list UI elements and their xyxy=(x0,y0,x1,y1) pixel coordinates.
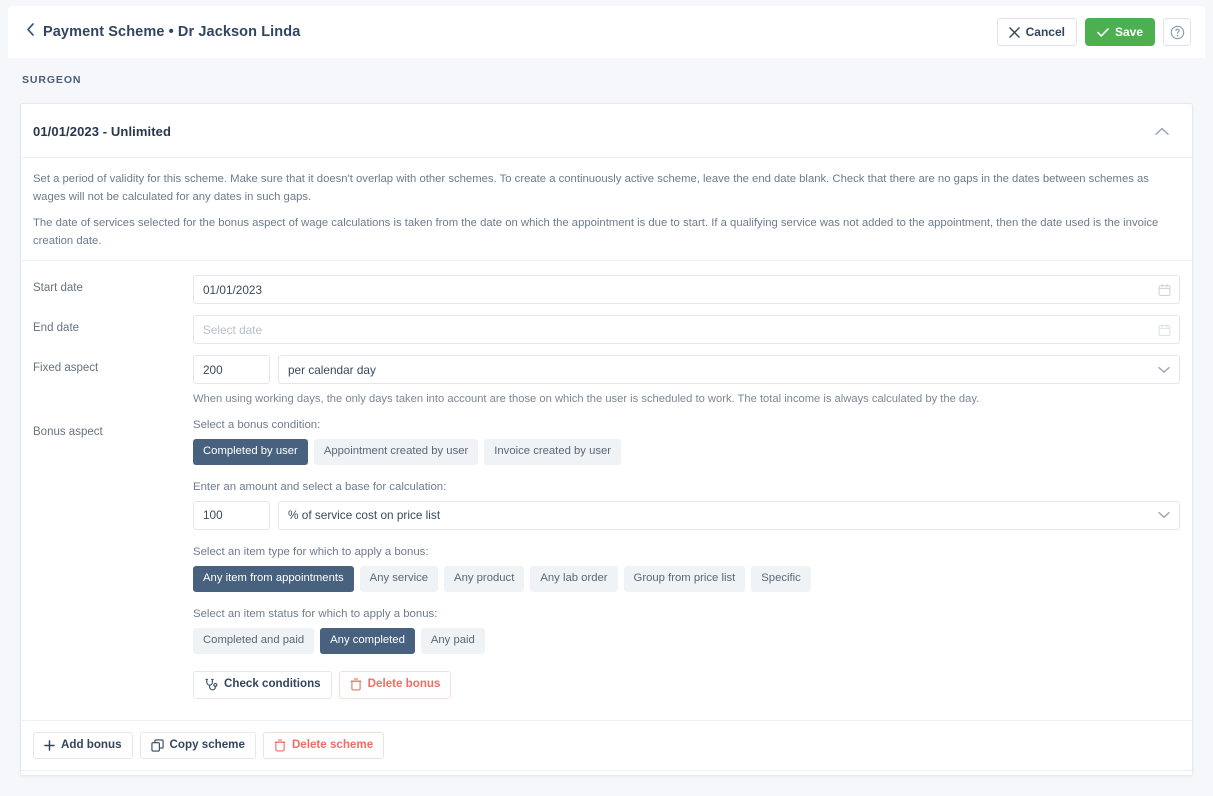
start-date-value: 01/01/2023 xyxy=(203,283,262,297)
delete-bonus-button[interactable]: Delete bonus xyxy=(339,671,452,699)
add-bonus-label: Add bonus xyxy=(61,739,122,752)
copy-scheme-button[interactable]: Copy scheme xyxy=(140,732,256,759)
chip-specific[interactable]: Specific xyxy=(751,566,811,592)
save-button-label: Save xyxy=(1115,26,1143,38)
bonus-item-status-chips: Completed and paid Any completed Any pai… xyxy=(193,628,1180,654)
scheme-description-2: The date of services selected for the bo… xyxy=(33,215,1180,250)
calendar-icon xyxy=(1158,283,1171,296)
form-row-fixed-aspect: Fixed aspect 200 per calendar day xyxy=(33,355,1180,408)
bonus-base-value: % of service cost on price list xyxy=(288,508,440,522)
chip-any-item-from-appointments[interactable]: Any item from appointments xyxy=(193,566,354,592)
bonus-condition-label: Select a bonus condition: xyxy=(193,419,1180,431)
chip-invoice-created-by-user[interactable]: Invoice created by user xyxy=(484,439,621,465)
chip-completed-by-user[interactable]: Completed by user xyxy=(193,439,308,465)
check-icon xyxy=(1097,27,1109,38)
scheme-form: Start date 01/01/2023 xyxy=(21,261,1192,720)
copy-scheme-label: Copy scheme xyxy=(170,739,245,752)
scheme-header[interactable]: 01/01/2023 - Unlimited xyxy=(21,104,1192,158)
bonus-base-select[interactable]: % of service cost on price list xyxy=(278,501,1180,530)
trash-icon xyxy=(274,739,286,752)
bonus-aspect-label: Bonus aspect xyxy=(33,419,193,438)
scheme-footer-actions: Add bonus Copy scheme xyxy=(21,720,1192,770)
check-conditions-button[interactable]: Check conditions xyxy=(193,671,332,699)
fixed-aspect-group: 200 per calendar day xyxy=(193,355,1180,384)
delete-scheme-label: Delete scheme xyxy=(292,739,373,752)
chip-group-from-price-list[interactable]: Group from price list xyxy=(624,566,746,592)
bonus-amount-label: Enter an amount and select a base for ca… xyxy=(193,481,1180,493)
calendar-icon xyxy=(1158,323,1171,336)
delete-bonus-label: Delete bonus xyxy=(368,678,441,691)
chip-appointment-created-by-user[interactable]: Appointment created by user xyxy=(314,439,478,465)
scheme-card: 01/01/2023 - Unlimited Set a period of v… xyxy=(20,103,1193,776)
bonus-item-type-label: Select an item type for which to apply a… xyxy=(193,546,1180,558)
bonus-item-type-chips: Any item from appointments Any service A… xyxy=(193,566,1180,592)
trash-icon xyxy=(350,678,362,691)
fixed-aspect-label: Fixed aspect xyxy=(33,355,193,374)
back-chevron-icon[interactable] xyxy=(26,23,35,39)
cancel-button[interactable]: Cancel xyxy=(997,18,1077,46)
fixed-aspect-unit-value: per calendar day xyxy=(288,363,376,377)
bonus-item-status-label: Select an item status for which to apply… xyxy=(193,608,1180,620)
start-date-input[interactable]: 01/01/2023 xyxy=(193,275,1180,304)
fixed-aspect-unit-select[interactable]: per calendar day xyxy=(278,355,1180,384)
bonus-amount-group: 100 % of service cost on price list xyxy=(193,501,1180,530)
card-footer-actions: Add scheme xyxy=(21,770,1192,776)
fixed-aspect-amount-input[interactable]: 200 xyxy=(193,355,270,384)
save-button[interactable]: Save xyxy=(1085,18,1155,46)
chip-any-lab-order[interactable]: Any lab order xyxy=(530,566,617,592)
form-row-start-date: Start date 01/01/2023 xyxy=(33,275,1180,304)
help-button[interactable] xyxy=(1163,18,1191,46)
check-conditions-label: Check conditions xyxy=(224,678,321,691)
bonus-aspect-content: Select a bonus condition: Completed by u… xyxy=(193,419,1180,699)
scheme-description-block: Set a period of validity for this scheme… xyxy=(21,158,1192,260)
scheme-title: 01/01/2023 - Unlimited xyxy=(33,124,171,139)
copy-icon xyxy=(151,739,164,752)
bonus-condition-chips: Completed by user Appointment created by… xyxy=(193,439,1180,465)
end-date-placeholder: Select date xyxy=(203,323,262,337)
form-row-bonus-aspect: Bonus aspect Select a bonus condition: C… xyxy=(33,419,1180,703)
question-circle-icon xyxy=(1170,25,1185,40)
payment-scheme-page: Payment Scheme • Dr Jackson Linda Cancel… xyxy=(0,0,1213,796)
fixed-aspect-amount-value: 200 xyxy=(203,363,223,377)
page-title: Payment Scheme • Dr Jackson Linda xyxy=(43,24,300,40)
end-date-input[interactable]: Select date xyxy=(193,315,1180,344)
bonus-amount-value: 100 xyxy=(203,508,223,522)
end-date-label: End date xyxy=(33,315,193,334)
chip-completed-and-paid[interactable]: Completed and paid xyxy=(193,628,314,654)
delete-scheme-button[interactable]: Delete scheme xyxy=(263,732,384,759)
chip-any-service[interactable]: Any service xyxy=(360,566,438,592)
form-row-end-date: End date Select date xyxy=(33,315,1180,344)
top-header-bar: Payment Scheme • Dr Jackson Linda Cancel… xyxy=(8,6,1205,58)
chevron-down-icon xyxy=(1158,366,1170,374)
section-label-surgeon: SURGEON xyxy=(22,74,81,86)
start-date-label: Start date xyxy=(33,275,193,294)
header-actions: Cancel Save xyxy=(997,18,1191,46)
chip-any-product[interactable]: Any product xyxy=(444,566,524,592)
chevron-down-icon xyxy=(1158,511,1170,519)
cancel-button-label: Cancel xyxy=(1026,26,1065,38)
chip-any-completed[interactable]: Any completed xyxy=(320,628,415,654)
plus-icon xyxy=(44,740,55,751)
bonus-amount-input[interactable]: 100 xyxy=(193,501,270,530)
add-bonus-button[interactable]: Add bonus xyxy=(33,732,133,759)
scheme-description-1: Set a period of validity for this scheme… xyxy=(33,171,1180,206)
chevron-up-icon[interactable] xyxy=(1150,119,1174,143)
stethoscope-icon xyxy=(204,678,218,692)
fixed-aspect-hint: When using working days, the only days t… xyxy=(193,391,1180,408)
close-x-icon xyxy=(1009,27,1020,38)
bonus-action-buttons: Check conditions Delete bonus xyxy=(193,671,1180,699)
chip-any-paid[interactable]: Any paid xyxy=(421,628,485,654)
